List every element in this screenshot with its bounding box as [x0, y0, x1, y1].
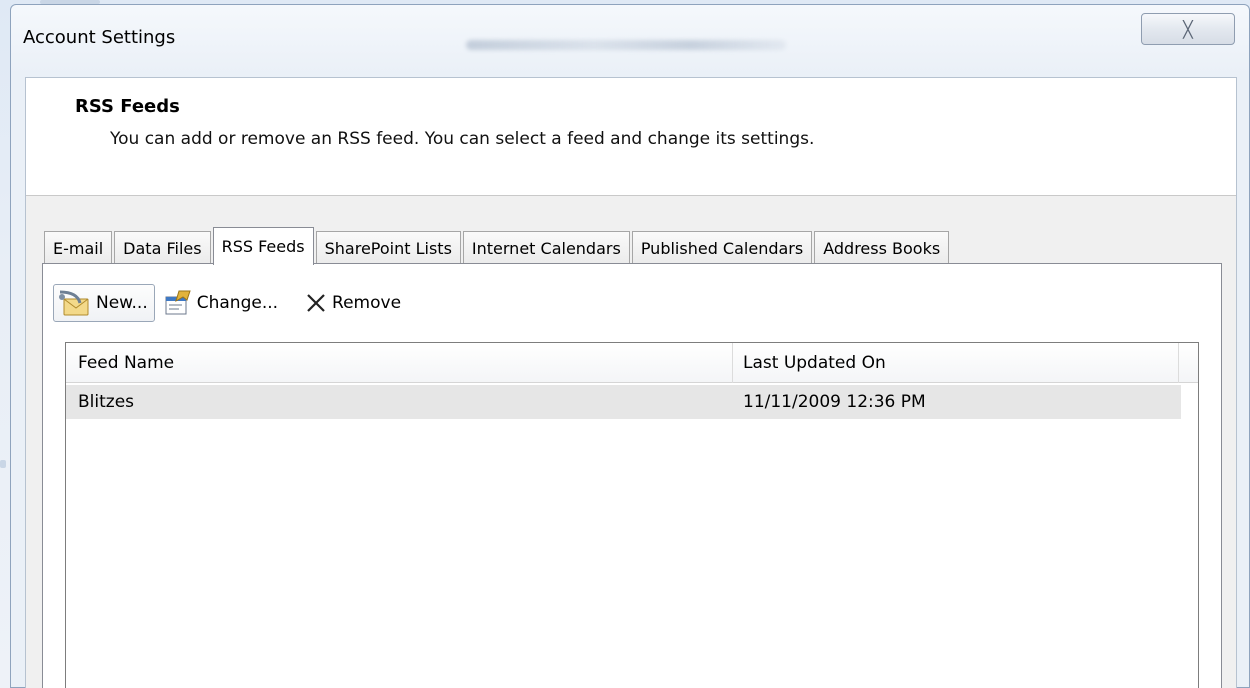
background-decoration — [0, 460, 6, 468]
feeds-toolbar: New... Change... Remove — [53, 284, 411, 322]
tab-rss-feeds[interactable]: RSS Feeds — [212, 227, 314, 265]
last-updated-cell: 11/11/2009 12:36 PM — [743, 392, 926, 412]
close-button[interactable]: ╳ — [1141, 13, 1235, 45]
tab-sharepoint-lists[interactable]: SharePoint Lists — [315, 231, 461, 264]
new-button-label: New... — [96, 293, 148, 313]
tab-email[interactable]: E-mail — [44, 231, 113, 264]
change-settings-icon — [165, 290, 191, 315]
account-settings-dialog: Account Settings ╳ RSS Feeds You can add… — [10, 4, 1250, 688]
new-feed-button[interactable]: New... — [53, 284, 155, 322]
rss-feeds-tab-page: New... Change... Remove Feed Name Last U… — [42, 263, 1222, 688]
change-button-label: Change... — [196, 293, 279, 313]
section-description: You can add or remove an RSS feed. You c… — [110, 129, 815, 149]
feeds-list[interactable]: Feed Name Last Updated On Blitzes 11/11/… — [65, 342, 1199, 688]
tabs-panel: E-mail Data Files RSS Feeds SharePoint L… — [26, 196, 1236, 688]
close-icon: ╳ — [1183, 19, 1193, 39]
tab-internet-calendars[interactable]: Internet Calendars — [462, 231, 630, 264]
section-title: RSS Feeds — [75, 96, 180, 117]
remove-button-label: Remove — [332, 293, 402, 313]
column-header-filler — [1179, 343, 1198, 383]
header-panel: RSS Feeds You can add or remove an RSS f… — [26, 78, 1236, 196]
remove-feed-button[interactable]: Remove — [300, 284, 407, 322]
tab-data-files[interactable]: Data Files — [114, 231, 211, 264]
feed-name-cell: Blitzes — [78, 392, 135, 412]
tab-published-calendars[interactable]: Published Calendars — [631, 231, 813, 264]
title-bar[interactable]: Account Settings ╳ — [11, 5, 1249, 77]
new-feed-icon — [59, 290, 89, 316]
remove-x-icon — [307, 294, 325, 312]
table-row[interactable]: Blitzes 11/11/2009 12:36 PM — [66, 385, 1181, 419]
tab-strip: E-mail Data Files RSS Feeds SharePoint L… — [44, 226, 951, 265]
feeds-list-header: Feed Name Last Updated On — [66, 343, 1198, 383]
column-header-feed-name[interactable]: Feed Name — [66, 343, 733, 383]
window-title: Account Settings — [23, 27, 176, 48]
dialog-content: RSS Feeds You can add or remove an RSS f… — [25, 77, 1237, 688]
change-feed-button[interactable]: Change... — [159, 284, 284, 322]
column-header-last-updated[interactable]: Last Updated On — [733, 343, 1179, 383]
tab-address-books[interactable]: Address Books — [814, 231, 950, 264]
blurred-background-title — [466, 40, 786, 50]
